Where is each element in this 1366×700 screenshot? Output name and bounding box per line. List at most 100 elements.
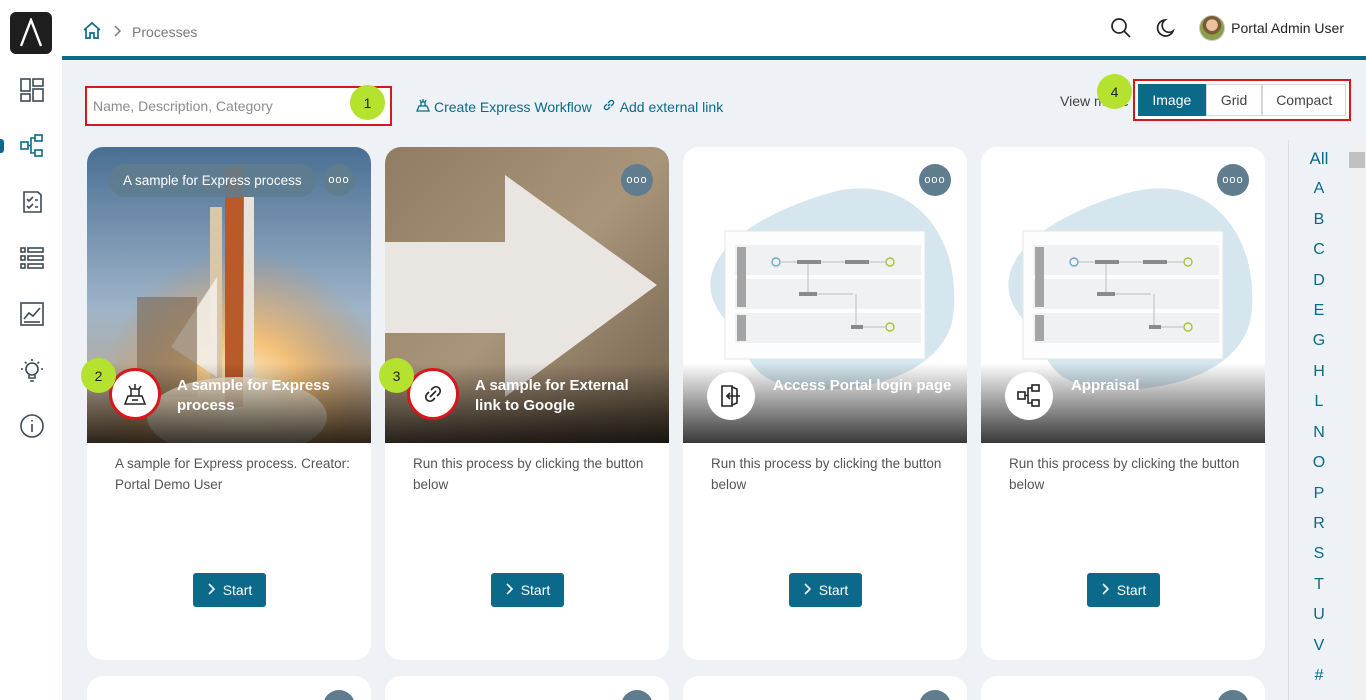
start-button[interactable]: Start (193, 573, 266, 607)
view-mode-toggle: Image Grid Compact (1133, 79, 1351, 121)
card-description: Run this process by clicking the button … (1009, 456, 1240, 492)
express-workflow-icon (416, 98, 430, 115)
dark-mode-moon-icon[interactable] (1153, 14, 1181, 42)
alphabet-filter-g[interactable]: G (1289, 332, 1349, 350)
search-icon[interactable] (1107, 14, 1135, 42)
step-badge-4: 4 (1097, 74, 1132, 109)
header-actions: Portal Admin User (1107, 14, 1344, 42)
step-badge-1: 1 (350, 85, 385, 120)
toolbar-links: Create Express Workflow Add external lin… (416, 98, 723, 115)
more-options-button[interactable]: ooo (1217, 164, 1249, 196)
more-options-button[interactable] (1217, 690, 1249, 700)
category-chip[interactable]: A sample for Express process (109, 164, 316, 197)
more-options-button[interactable] (323, 690, 355, 700)
axon-logo-icon[interactable] (10, 12, 52, 54)
home-icon[interactable] (82, 20, 102, 43)
task-checklist-icon[interactable] (15, 185, 49, 219)
link-icon (602, 98, 616, 115)
alphabet-filter-e[interactable]: E (1289, 302, 1349, 320)
start-button[interactable]: Start (491, 573, 564, 607)
create-express-workflow-label: Create Express Workflow (434, 98, 592, 115)
user-menu[interactable]: Portal Admin User (1199, 15, 1344, 41)
alphabet-filter-l[interactable]: L (1289, 393, 1349, 411)
alphabet-filter-p[interactable]: P (1289, 485, 1349, 503)
alphabet-filter-hash[interactable]: # (1289, 667, 1349, 685)
start-button[interactable]: Start (1087, 573, 1160, 607)
process-icon (1005, 372, 1053, 420)
alphabet-filter-r[interactable]: R (1289, 515, 1349, 533)
list-icon[interactable] (15, 241, 49, 275)
dashboard-icon[interactable] (15, 73, 49, 107)
chart-icon[interactable] (15, 297, 49, 331)
more-options-button[interactable]: ooo (323, 164, 355, 196)
process-card: ooo Access Portal login page Run this pr… (683, 147, 967, 660)
login-door-icon (707, 372, 755, 420)
add-external-link[interactable]: Add external link (602, 98, 724, 115)
add-external-link-label: Add external link (619, 98, 724, 115)
alphabet-filter-all[interactable]: All (1289, 149, 1349, 169)
create-express-workflow-link[interactable]: Create Express Workflow (416, 98, 592, 115)
start-label: Start (520, 582, 551, 598)
start-label: Start (1116, 582, 1147, 598)
top-header: Processes Portal Admin User (62, 0, 1366, 60)
process-card (385, 676, 669, 700)
card-title: Access Portal login page (773, 377, 952, 394)
alphabet-filter-h[interactable]: H (1289, 363, 1349, 381)
lightbulb-icon[interactable] (15, 353, 49, 387)
breadcrumb: Processes (82, 20, 197, 43)
chevron-right-icon (505, 582, 513, 598)
process-card (87, 676, 371, 700)
user-name: Portal Admin User (1231, 20, 1344, 36)
process-card: ooo Appraisal Run this process by clicki… (981, 147, 1265, 660)
more-options-button[interactable] (919, 690, 951, 700)
more-options-button[interactable] (621, 690, 653, 700)
process-icon[interactable] (15, 129, 49, 163)
card-description: A sample for Express process. Creator: P… (115, 456, 350, 492)
more-options-button[interactable]: ooo (919, 164, 951, 196)
card-title: Appraisal (1071, 377, 1140, 394)
sidebar (0, 0, 62, 700)
express-workflow-icon (109, 368, 161, 420)
process-card (683, 676, 967, 700)
card-title: A sample for Express process (177, 377, 330, 414)
alphabet-filter-n[interactable]: N (1289, 424, 1349, 442)
card-description: Run this process by clicking the button … (711, 456, 942, 492)
chevron-right-icon (803, 582, 811, 598)
alphabet-filter-v[interactable]: V (1289, 637, 1349, 655)
alphabet-filter-b[interactable]: B (1289, 211, 1349, 229)
start-label: Start (818, 582, 849, 598)
chevron-right-icon (112, 24, 122, 40)
link-icon (407, 368, 459, 420)
search-input[interactable] (93, 93, 353, 119)
info-icon[interactable] (15, 409, 49, 443)
process-card: ooo A sample for External link to Google… (385, 147, 669, 660)
start-button[interactable]: Start (789, 573, 862, 607)
scrollbar[interactable] (1348, 140, 1366, 700)
view-mode-image-button[interactable]: Image (1138, 84, 1206, 116)
view-mode-compact-button[interactable]: Compact (1262, 84, 1346, 116)
scrollbar-thumb[interactable] (1349, 152, 1365, 168)
card-title: A sample for External link to Google (475, 377, 629, 414)
step-badge-3: 3 (379, 358, 414, 393)
alphabet-filter-c[interactable]: C (1289, 241, 1349, 259)
alphabet-filter-t[interactable]: T (1289, 576, 1349, 594)
chevron-right-icon (207, 582, 215, 598)
alphabet-filter-d[interactable]: D (1289, 272, 1349, 290)
start-label: Start (222, 582, 253, 598)
search-box (85, 86, 392, 126)
card-description: Run this process by clicking the button … (413, 456, 644, 492)
view-mode-grid-button[interactable]: Grid (1205, 84, 1263, 116)
step-badge-2: 2 (81, 358, 116, 393)
chevron-right-icon (1101, 582, 1109, 598)
avatar (1199, 15, 1226, 41)
alphabet-filter-u[interactable]: U (1289, 606, 1349, 624)
process-card (981, 676, 1265, 700)
process-card: A sample for Express process ooo A sampl… (87, 147, 371, 660)
more-options-button[interactable]: ooo (621, 164, 653, 196)
alphabet-filter-s[interactable]: S (1289, 545, 1349, 563)
alphabet-filter-a[interactable]: A (1289, 180, 1349, 198)
alphabet-filter: All A B C D E G H L N O P R S T U V # (1288, 140, 1348, 700)
active-nav-marker (0, 139, 4, 153)
breadcrumb-current: Processes (132, 23, 198, 40)
alphabet-filter-o[interactable]: O (1289, 454, 1349, 472)
